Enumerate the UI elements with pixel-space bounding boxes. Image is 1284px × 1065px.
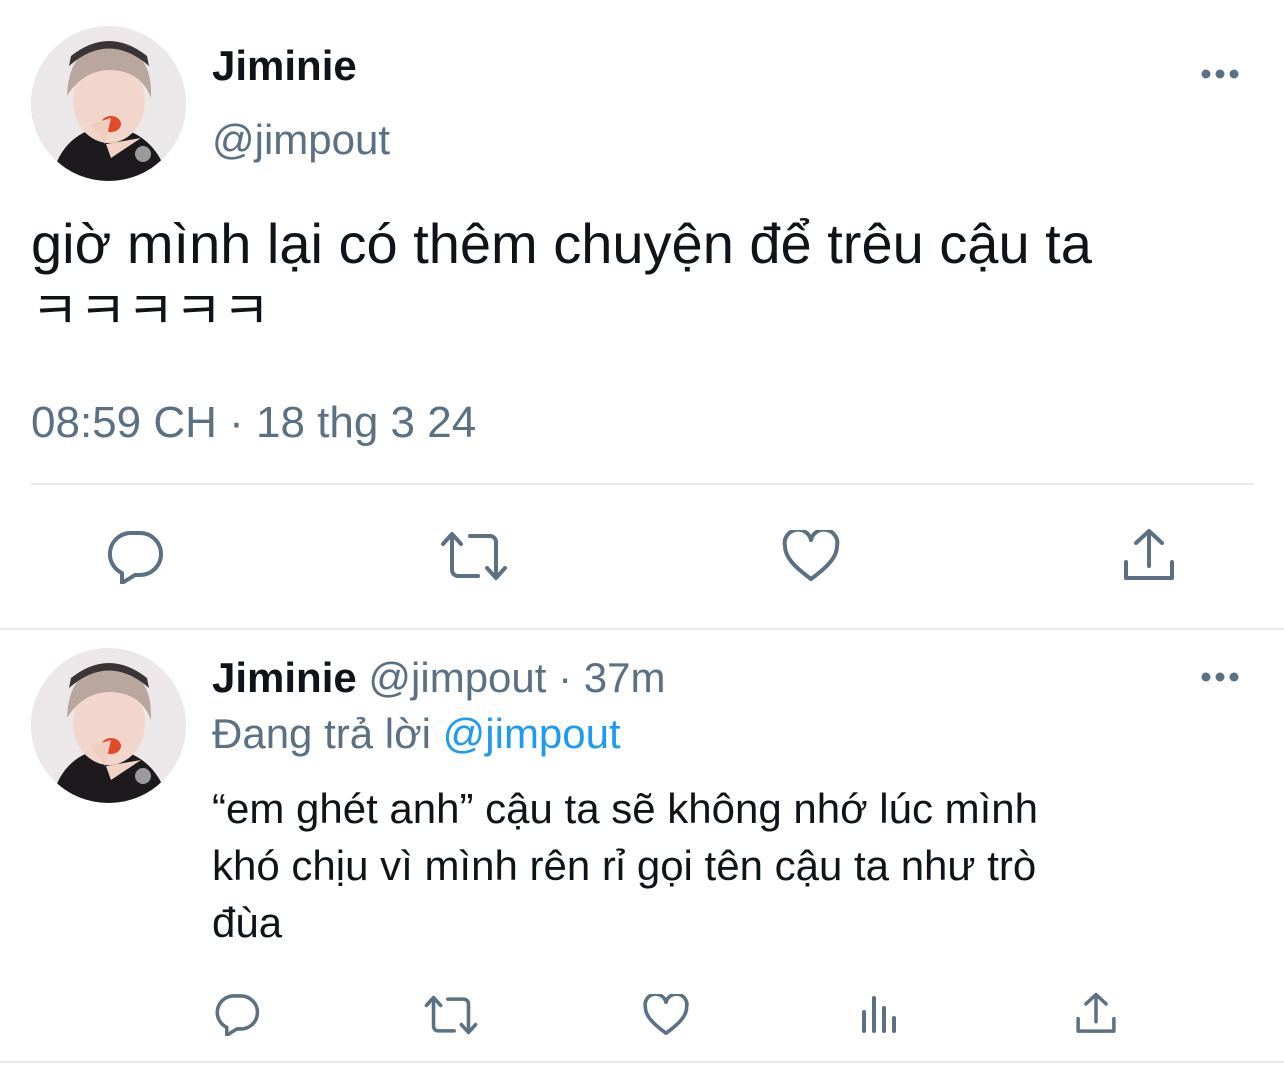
share-icon[interactable] <box>1122 528 1176 584</box>
time-ago[interactable]: 37m <box>584 654 666 701</box>
avatar[interactable] <box>31 26 186 181</box>
user-handle[interactable]: @jimpout <box>212 116 390 164</box>
views-icon[interactable] <box>860 994 902 1034</box>
reply-header: Jiminie @jimpout · 37m <box>212 654 665 702</box>
tweet-text-line: “em ghét anh” cậu ta sẽ không nhớ lúc mì… <box>212 785 1039 832</box>
more-options-icon[interactable] <box>1200 64 1240 84</box>
tweet-timestamp[interactable]: 08:59 CH · 18 thg 3 24 <box>31 398 476 448</box>
tweet-text-line: đùa <box>212 899 283 946</box>
tweet-text-line: khó chịu vì mình rên rỉ gọi tên cậu ta n… <box>212 842 1037 889</box>
tweet-text-line: ㅋㅋㅋㅋㅋ <box>31 282 271 342</box>
like-icon[interactable] <box>782 530 840 582</box>
retweet-icon[interactable] <box>424 994 478 1036</box>
replying-to: Đang trả lời @jimpout <box>212 710 621 758</box>
display-name[interactable]: Jiminie <box>212 42 357 90</box>
reply-icon[interactable] <box>106 528 164 584</box>
replying-prefix: Đang trả lời <box>212 710 431 757</box>
user-handle[interactable]: @jimpout <box>368 654 546 701</box>
section-divider <box>0 628 1284 630</box>
replying-to-link[interactable]: @jimpout <box>443 710 621 757</box>
like-icon[interactable] <box>643 994 689 1036</box>
avatar[interactable] <box>31 648 186 803</box>
separator: · <box>558 654 573 701</box>
retweet-icon[interactable] <box>440 530 508 582</box>
divider <box>31 483 1254 485</box>
tweet-text-line: giờ mình lại có thêm chuyện để trêu cậu … <box>31 212 1092 275</box>
share-icon[interactable] <box>1075 992 1117 1036</box>
display-name[interactable]: Jiminie <box>212 654 357 701</box>
reply-icon[interactable] <box>214 992 260 1036</box>
bottom-divider <box>0 1061 1284 1063</box>
more-options-icon[interactable] <box>1200 667 1240 687</box>
